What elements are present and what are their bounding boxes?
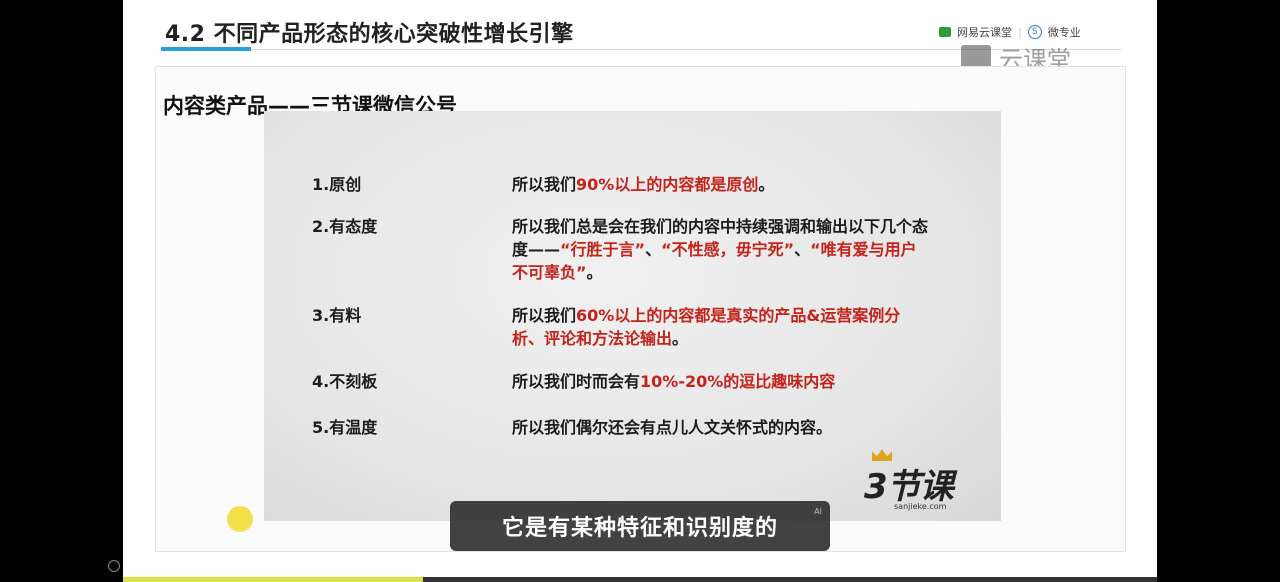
principle-description: 所以我们时而会有10%-20%的逗比趣味内容 [512, 370, 932, 393]
control-icon[interactable] [108, 560, 120, 572]
highlight-text: “不性感，毋宁死” [661, 240, 795, 259]
principle-description: 所以我们90%以上的内容都是原创。 [512, 173, 932, 196]
principle-number: 5.有温度 [312, 418, 378, 437]
principle-description: 所以我们总是会在我们的内容中持续强调和输出以下几个态度——“行胜于言”、“不性感… [512, 215, 932, 284]
logo-text: 3节课 [864, 467, 954, 507]
principle-number: 3.有料 [312, 306, 362, 325]
brand-micro: 微专业 [1047, 26, 1081, 39]
principle-description: 所以我们偶尔还会有点儿人文关怀式的内容。 [512, 416, 932, 439]
ai-tag: AI [814, 507, 822, 516]
body-text: 所以我们 [512, 306, 577, 325]
principle-number: 4.不刻板 [312, 372, 378, 391]
subtitle-caption: 它是有某种特征和识别度的 AI [450, 501, 830, 551]
body-text: 所以我们 [512, 175, 577, 194]
sanjieke-logo: 3节课 sanjieke.com [864, 449, 954, 511]
principle-number: 1.原创 [312, 175, 362, 194]
video-progress-fill [123, 577, 423, 582]
brand-logos: 网易云课堂 | S 微专业 [939, 24, 1081, 40]
netease-logo-icon [939, 27, 951, 37]
logo-url: sanjieke.com [894, 502, 947, 511]
body-text: 。 [758, 175, 775, 194]
body-text: 、 [794, 240, 811, 259]
highlight-text: 90%以上的内容都是原创 [576, 175, 759, 194]
body-text: 。 [586, 263, 603, 282]
highlight-text: 10%-20%的逗比趣味内容 [640, 372, 836, 391]
crown-icon [872, 449, 892, 461]
body-text: 所以我们偶尔还会有点儿人文关怀式的内容。 [512, 418, 833, 437]
principle-number: 2.有态度 [312, 217, 378, 236]
slide-title: 4.2 不同产品形态的核心突破性增长引擎 [165, 22, 574, 47]
highlight-text: “行胜于言” [560, 240, 646, 259]
body-text: 。 [672, 329, 689, 348]
video-progress-bar[interactable] [123, 577, 1157, 582]
principle-description: 所以我们60%以上的内容都是真实的产品&运营案例分析、评论和方法论输出。 [512, 304, 932, 350]
body-text: 所以我们时而会有 [512, 372, 641, 391]
slide: 4.2 不同产品形态的核心突破性增长引擎 网易云课堂 | S 微专业 云课堂 内… [123, 0, 1157, 582]
pointer-highlight [227, 506, 253, 532]
embedded-slide-image: 1.原创 所以我们90%以上的内容都是原创。 2.有态度 所以我们总是会在我们的内容中… [264, 111, 1001, 521]
title-underline [161, 47, 251, 51]
body-text: 、 [645, 240, 662, 259]
micro-major-icon: S [1027, 25, 1042, 39]
brand-netease: 网易云课堂 [957, 26, 1012, 39]
caption-text: 它是有某种特征和识别度的 [501, 516, 778, 541]
